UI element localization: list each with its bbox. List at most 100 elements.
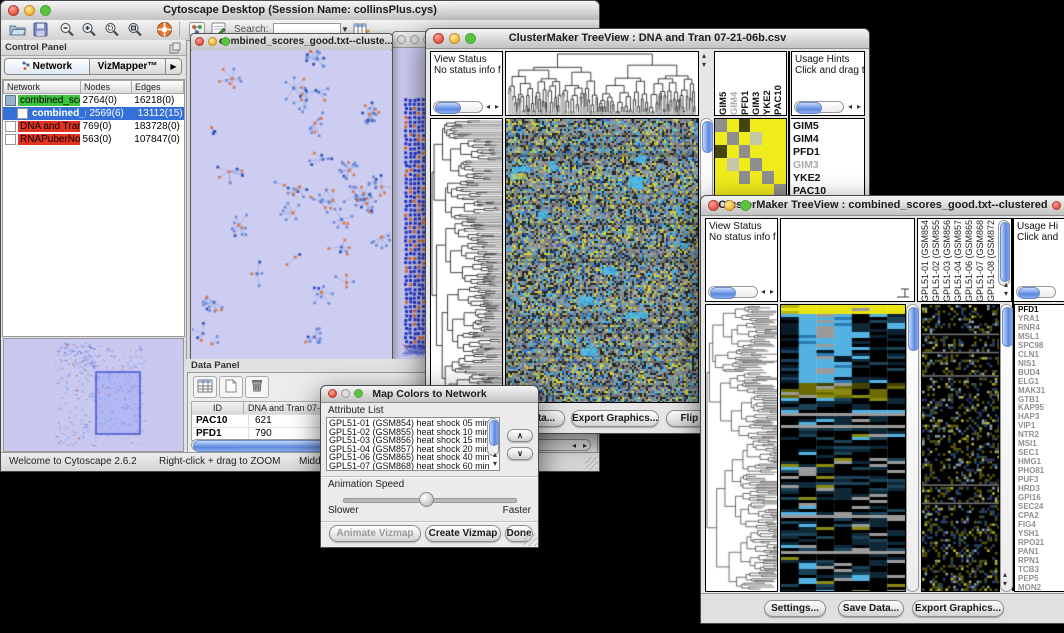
move-up-button[interactable]: ∧ (507, 429, 533, 442)
heatmap-cell[interactable] (774, 132, 786, 145)
heatmap-cell[interactable] (774, 158, 786, 171)
scroll-down-icon[interactable]: ▾ (493, 459, 497, 469)
heatmap-cell[interactable] (762, 145, 774, 158)
minimize-icon[interactable] (208, 37, 217, 46)
heatmap-cell[interactable] (762, 171, 774, 184)
col-nodes[interactable]: Nodes (81, 80, 132, 94)
heatmap-cell[interactable] (750, 119, 762, 132)
heatmap-cell[interactable] (774, 119, 786, 132)
tab-vizmapper[interactable]: VizMapper™ (90, 58, 166, 75)
heatmap-cell[interactable] (750, 171, 762, 184)
heatmap-cell[interactable] (762, 132, 774, 145)
tv2-row-dendrogram[interactable] (705, 304, 778, 592)
zoom-window-icon[interactable] (740, 200, 751, 211)
scroll-right-icon[interactable]: ▸ (495, 102, 499, 112)
network-window-title-bar[interactable]: combined_scores_good.txt--cluste... (191, 34, 392, 51)
attribute-list-item[interactable]: GPL51-07 (GSM868) heat shock 60 min (329, 462, 499, 471)
zoom-window-icon[interactable] (354, 389, 363, 398)
minimize-icon[interactable] (24, 5, 35, 16)
heatmap-cell[interactable] (739, 145, 751, 158)
heatmap-cell[interactable] (739, 132, 751, 145)
tv1-row-dendrogram[interactable] (430, 118, 503, 403)
heatmap-cell[interactable] (750, 158, 762, 171)
tv1-column-dendrogram[interactable] (505, 51, 699, 116)
network-overview-panel[interactable] (3, 338, 184, 452)
scroll-down-icon[interactable]: ▾ (1003, 579, 1007, 589)
heatmap-cell[interactable] (739, 171, 751, 184)
close-icon[interactable] (328, 389, 337, 398)
tv1-export-graphics-button[interactable]: Export Graphics... (571, 410, 659, 427)
dialog-title-bar[interactable]: Map Colors to Network (321, 386, 538, 403)
heatmap-cell[interactable] (774, 171, 786, 184)
treeview-dna-title-bar[interactable]: ClusterMaker TreeView : DNA and Tran 07-… (426, 29, 869, 49)
heatmap-cell[interactable] (715, 145, 727, 158)
scroll-left-icon[interactable]: ◂ (572, 441, 576, 451)
cytoscape-title-bar[interactable]: Cytoscape Desktop (Session Name: collins… (1, 1, 599, 21)
resize-grip[interactable] (585, 457, 598, 470)
heatmap-cell[interactable] (750, 132, 762, 145)
tv2-status-scrollbar[interactable] (708, 286, 758, 298)
heatmap-cell[interactable] (715, 158, 727, 171)
tv2-column-dendrogram[interactable] (780, 218, 915, 302)
tv1-status-scrollbar[interactable] (433, 101, 483, 113)
scroll-left-icon[interactable]: ◂ (486, 102, 490, 112)
speed-slider-thumb[interactable] (419, 492, 434, 507)
open-file-button[interactable] (9, 22, 26, 42)
heatmap-cell[interactable] (727, 171, 739, 184)
heatmap-cell[interactable] (739, 119, 751, 132)
heatmap-cell[interactable] (762, 119, 774, 132)
scroll-right-icon[interactable]: ▸ (857, 102, 861, 112)
table-row[interactable]: RNAPuberNov2+563(0)107847(0) (3, 133, 184, 146)
col-network[interactable]: Network (3, 80, 81, 94)
close-icon[interactable] (708, 200, 719, 211)
minimize-icon[interactable] (449, 33, 460, 44)
id-column-header[interactable]: ID (192, 402, 244, 414)
scroll-right-icon[interactable]: ▸ (770, 287, 774, 297)
zoom-window-icon[interactable] (465, 33, 476, 44)
heatmap-cell[interactable] (739, 158, 751, 171)
scroll-down-icon[interactable]: ▾ (702, 60, 706, 70)
more-tabs-button[interactable]: ▶ (166, 58, 182, 75)
tv2-heatmap-detail[interactable] (921, 304, 1000, 592)
zoom-window-icon[interactable] (221, 37, 230, 46)
save-button[interactable] (33, 22, 48, 42)
new-attribute-icon[interactable] (219, 376, 243, 398)
scroll-left-icon[interactable]: ◂ (848, 102, 852, 112)
resize-grip[interactable] (524, 533, 537, 546)
heatmap-cell[interactable] (727, 119, 739, 132)
close-icon[interactable] (433, 33, 444, 44)
delete-attribute-trash-icon[interactable] (245, 376, 269, 398)
tv2-save-data-button[interactable]: Save Data... (838, 600, 904, 617)
minimize-icon[interactable] (341, 389, 350, 398)
attribute-table-icon[interactable] (193, 376, 217, 398)
scroll-left-icon[interactable]: ◂ (761, 287, 765, 297)
tv2-heatmap-global[interactable] (780, 304, 906, 592)
heatmap-cell[interactable] (715, 132, 727, 145)
heatmap-cell[interactable] (715, 119, 727, 132)
tab-network[interactable]: Network (4, 58, 90, 75)
heatmap-cell[interactable] (762, 158, 774, 171)
tv1-hints-scrollbar[interactable] (794, 101, 844, 113)
minimize-icon[interactable] (724, 200, 735, 211)
table-row[interactable]: DNA and Tran 07769(0)183728(0) (3, 120, 184, 133)
heatmap-cell[interactable] (715, 171, 727, 184)
col-edges[interactable]: Edges (132, 80, 184, 94)
tv2-hints-scrollbar[interactable] (1016, 286, 1056, 298)
zoom-window-icon[interactable] (40, 5, 51, 16)
scroll-right-icon[interactable]: ▸ (583, 441, 587, 451)
tv2-heat-vscrollbar[interactable] (906, 304, 919, 592)
tv2-collabel-scrollbar[interactable] (998, 220, 1010, 286)
tv2-export-graphics-button[interactable]: Export Graphics... (912, 600, 1004, 617)
network-canvas-1[interactable] (192, 50, 391, 359)
create-vizmap-button[interactable]: Create Vizmap (425, 525, 501, 542)
tv2-detail-vscrollbar[interactable]: ▴ ▾ (1000, 304, 1013, 592)
close-icon[interactable] (195, 37, 204, 46)
move-down-button[interactable]: ∨ (507, 447, 533, 460)
tv2-settings-button[interactable]: Settings... (764, 600, 826, 617)
heatmap-cell[interactable] (750, 145, 762, 158)
float-panel-icon[interactable] (169, 41, 181, 59)
heatmap-cell[interactable] (727, 158, 739, 171)
scroll-down-icon[interactable]: ▾ (1004, 289, 1008, 299)
heatmap-cell[interactable] (727, 132, 739, 145)
table-row[interactable]: combined_sco2569(6)13112(15) (3, 107, 184, 120)
